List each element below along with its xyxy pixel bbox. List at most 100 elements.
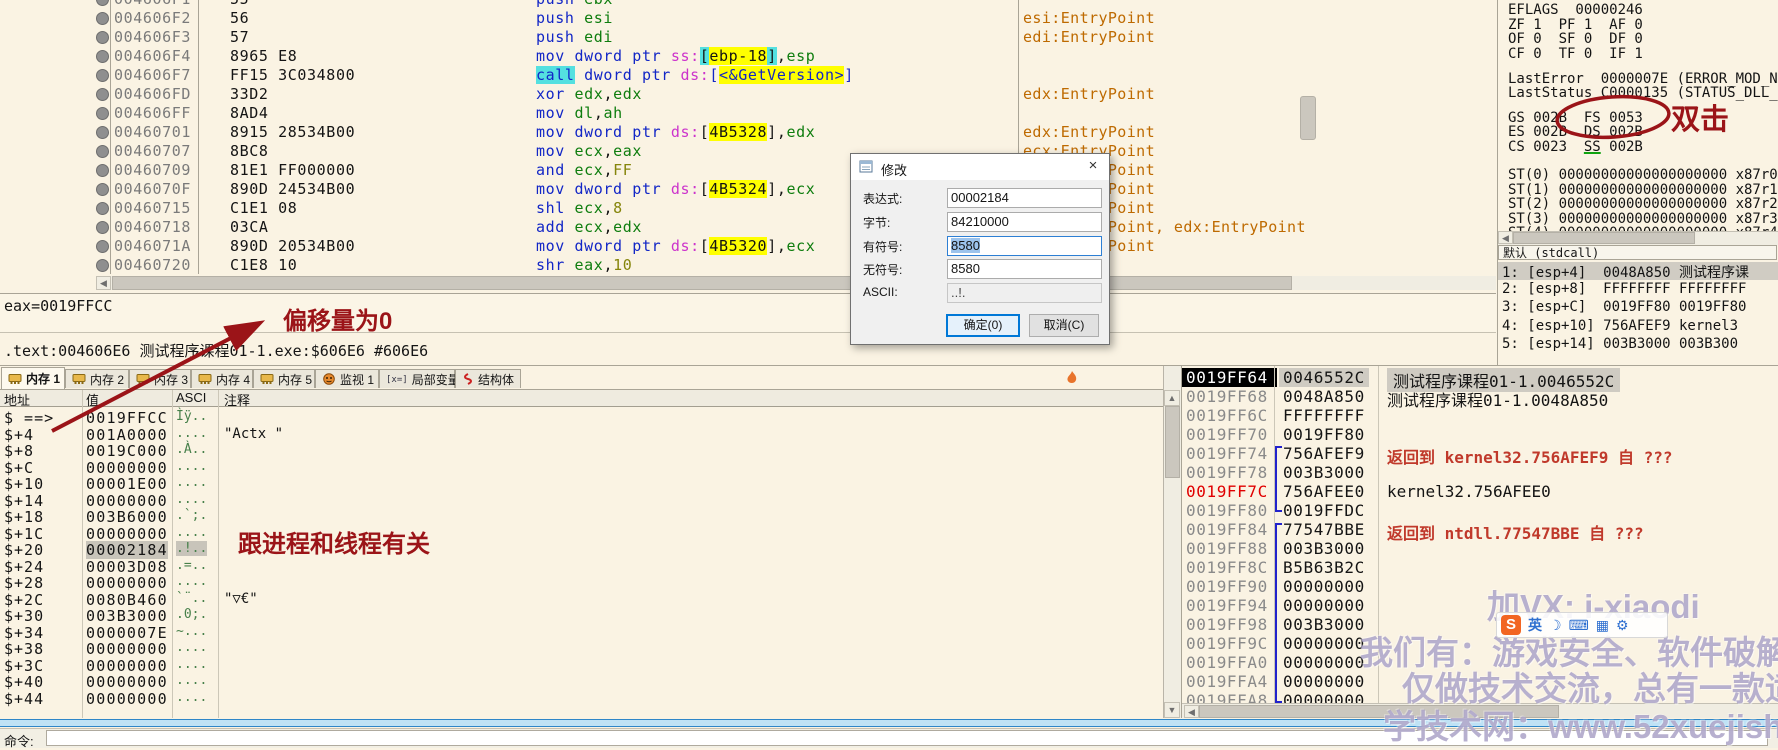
dump-row[interactable]: $+2C0080B460`¨.."▽€" — [0, 591, 1163, 608]
calling-convention-selector[interactable]: 默认 (stdcall) — [1498, 245, 1777, 260]
breakpoint-dot[interactable] — [96, 221, 109, 234]
dump-vscroll-up-arrow[interactable]: ▲ — [1164, 390, 1180, 406]
dump-row[interactable]: $+2400003D08.=.. — [0, 558, 1163, 575]
expression-input[interactable]: 00002184 — [947, 188, 1102, 208]
disasm-row[interactable]: 0046070981E1 FF000000and ecx,FFecx:Entry… — [0, 161, 1497, 180]
breakpoint-dot[interactable] — [96, 202, 109, 215]
registers-hscroll-thumb[interactable] — [1513, 232, 1695, 244]
breakpoint-dot[interactable] — [96, 12, 109, 25]
disasm-row[interactable]: 00460715C1E1 08shl ecx,8ecx:EntryPoint — [0, 199, 1497, 218]
breakpoint-dot[interactable] — [96, 145, 109, 158]
stack-row[interactable]: 0019FF88003B3000 — [1182, 539, 1778, 558]
unsigned-input[interactable]: 8580 — [947, 259, 1102, 279]
disasm-row[interactable]: 004606F7FF15 3C034800call dword ptr ds:[… — [0, 66, 1497, 85]
breakpoint-dot[interactable] — [96, 240, 109, 253]
sogou-logo-icon[interactable]: S — [1501, 615, 1521, 635]
dump-vscroll-down-arrow[interactable]: ▼ — [1164, 702, 1180, 718]
disasm-hscroll-thumb[interactable] — [112, 276, 1292, 290]
ime-toolbar[interactable]: S 英 ☽ ⌨ ▦ ⚙ — [1496, 612, 1668, 638]
seg-row-cs-ss[interactable]: CS 0023 SS 002B — [1508, 139, 1643, 155]
disasm-row[interactable]: 0046071803CAadd ecx,edxecx:EntryPoint, e… — [0, 218, 1497, 237]
stack-row[interactable]: 0019FF7C756AFEE0kernel32.756AFEE0 — [1182, 482, 1778, 501]
stack-row[interactable]: 0019FF800019FFDC — [1182, 501, 1778, 520]
stack-arg-row[interactable]: 5: [esp+14] 003B3000 003B300 — [1498, 336, 1778, 354]
ime-language-icon[interactable]: 英 — [1528, 615, 1542, 635]
signed-input[interactable]: 8580 — [947, 236, 1102, 256]
stack-hscroll-left-arrow[interactable]: ◀ — [1184, 705, 1199, 718]
breakpoint-dot[interactable] — [96, 50, 109, 63]
column-header-ascii[interactable]: ASCI — [176, 390, 206, 405]
stack-arg-row[interactable]: 1: [esp+4] 0048A850 测试程序课 — [1498, 262, 1778, 280]
cancel-button[interactable]: 取消(C) — [1029, 314, 1099, 337]
stack-arg-row[interactable]: 4: [esp+10] 756AFEF9 kernel3 — [1498, 318, 1778, 336]
ime-settings-icon[interactable]: ⚙ — [1616, 615, 1629, 635]
breakpoint-dot[interactable] — [96, 259, 109, 272]
disasm-row[interactable]: 004606FD33D2xor edx,edxedx:EntryPoint — [0, 85, 1497, 104]
tab-监视1[interactable]: 监视 1 — [315, 369, 379, 388]
dump-row[interactable]: $+3800000000.... — [0, 640, 1163, 657]
registers-pane-divider[interactable] — [1497, 0, 1498, 365]
disasm-row[interactable]: 004606F357push ediedi:EntryPoint — [0, 28, 1497, 47]
column-header-address[interactable]: 地址 — [4, 390, 30, 409]
stack-arg-row[interactable]: 3: [esp+C] 0019FF80 0019FF80 — [1498, 299, 1778, 317]
ascii-input[interactable]: ..!. — [947, 283, 1102, 303]
dialog-title-bar[interactable]: 修改 × — [851, 154, 1109, 180]
stack-row[interactable]: 0019FF700019FF80 — [1182, 425, 1778, 444]
registers-hscroll-left-arrow[interactable]: ◀ — [1498, 231, 1513, 244]
breakpoint-dot[interactable] — [96, 183, 109, 196]
stack-row[interactable]: 0019FF8CB5B63B2C — [1182, 558, 1778, 577]
breakpoint-dot[interactable] — [96, 69, 109, 82]
stack-row[interactable]: 0019FF74756AFEF9返回到 kernel32.756AFEF9 自 … — [1182, 444, 1778, 463]
tab-结构体[interactable]: 结构体 — [455, 369, 521, 388]
dump-row[interactable]: $+80019C000.À.. — [0, 442, 1163, 459]
disasm-row[interactable]: 004607078BC8mov ecx,eaxecx:EntryPoint — [0, 142, 1497, 161]
dump-row[interactable]: $+2800000000.... — [0, 574, 1163, 591]
breakpoint-dot[interactable] — [96, 0, 109, 6]
stack-arg-row[interactable]: 2: [esp+8] FFFFFFFF FFFFFFFF — [1498, 281, 1778, 299]
seg-row-es-ds[interactable]: ES 002B DS 002B — [1508, 124, 1643, 140]
disasm-row[interactable]: 004606FF8AD4mov dl,ah — [0, 104, 1497, 123]
dump-vscroll-thumb[interactable] — [1165, 406, 1180, 478]
dump-row[interactable]: $+1C00000000.... — [0, 525, 1163, 542]
ime-keyboard-icon[interactable]: ⌨ — [1569, 615, 1589, 635]
dump-row[interactable]: $+340000007E~... — [0, 624, 1163, 641]
dump-row[interactable]: $ ==>0019FFCCÌÿ.. — [0, 409, 1163, 426]
tab-内存5[interactable]: 内存 5 — [253, 369, 315, 388]
dump-row[interactable]: $+4400000000.... — [0, 690, 1163, 707]
close-icon[interactable]: × — [1078, 155, 1108, 177]
breakpoint-dot[interactable] — [96, 164, 109, 177]
column-header-value[interactable]: 值 — [86, 390, 99, 409]
disasm-row[interactable]: 004606F155push ebx — [0, 0, 1497, 9]
disasm-row[interactable]: 0046071A890D 20534B00mov dword ptr ds:[4… — [0, 237, 1497, 256]
dump-row[interactable]: $+3C00000000.... — [0, 657, 1163, 674]
stack-row[interactable]: 0019FF8477547BBE返回到 ntdll.77547BBE 自 ??? — [1182, 520, 1778, 539]
tab-内存4[interactable]: 内存 4 — [191, 369, 253, 388]
ok-button[interactable]: 确定(0) — [946, 314, 1020, 337]
disasm-row[interactable]: 00460720C1E8 10shr eax,10 — [0, 256, 1497, 275]
disasm-hscroll-left-arrow[interactable]: ◀ — [96, 276, 111, 290]
dump-row[interactable]: $+4000000000.... — [0, 673, 1163, 690]
disasm-row[interactable]: 004606F48965 E8mov dword ptr ss:[ebp-18]… — [0, 47, 1497, 66]
stack-row[interactable]: 0019FF680048A850测试程序课程01-1.0048A850 — [1182, 387, 1778, 406]
ime-moon-icon[interactable]: ☽ — [1549, 615, 1562, 635]
dump-row[interactable]: $+C00000000.... — [0, 459, 1163, 476]
tab-内存2[interactable]: 内存 2 — [65, 369, 129, 388]
stack-row[interactable]: 0019FF78003B3000 — [1182, 463, 1778, 482]
tab-局部变量[interactable]: [x=]局部变量 — [379, 369, 455, 388]
disasm-vscroll-thumb[interactable] — [1300, 96, 1316, 140]
dump-row[interactable]: $+18003B6000.`;. — [0, 508, 1163, 525]
dump-row[interactable]: $+2000002184.!.. — [0, 541, 1163, 558]
tab-内存3[interactable]: 内存 3 — [129, 369, 191, 388]
disasm-row[interactable]: 004607018915 28534B00mov dword ptr ds:[4… — [0, 123, 1497, 142]
stack-row[interactable]: 0019FF640046552C测试程序课程01-1.0046552C — [1182, 368, 1778, 387]
stack-row[interactable]: 0019FF6CFFFFFFFF — [1182, 406, 1778, 425]
dump-row[interactable]: $+30003B3000.0;. — [0, 607, 1163, 624]
disasm-row[interactable]: 0046070F890D 24534B00mov dword ptr ds:[4… — [0, 180, 1497, 199]
breakpoint-dot[interactable] — [96, 107, 109, 120]
disasm-row[interactable]: 004606F256push esiesi:EntryPoint — [0, 9, 1497, 28]
breakpoint-dot[interactable] — [96, 31, 109, 44]
breakpoint-dot[interactable] — [96, 88, 109, 101]
bytes-input[interactable]: 84210000 — [947, 212, 1102, 232]
dump-row[interactable]: $+1400000000.... — [0, 492, 1163, 509]
breakpoint-dot[interactable] — [96, 126, 109, 139]
